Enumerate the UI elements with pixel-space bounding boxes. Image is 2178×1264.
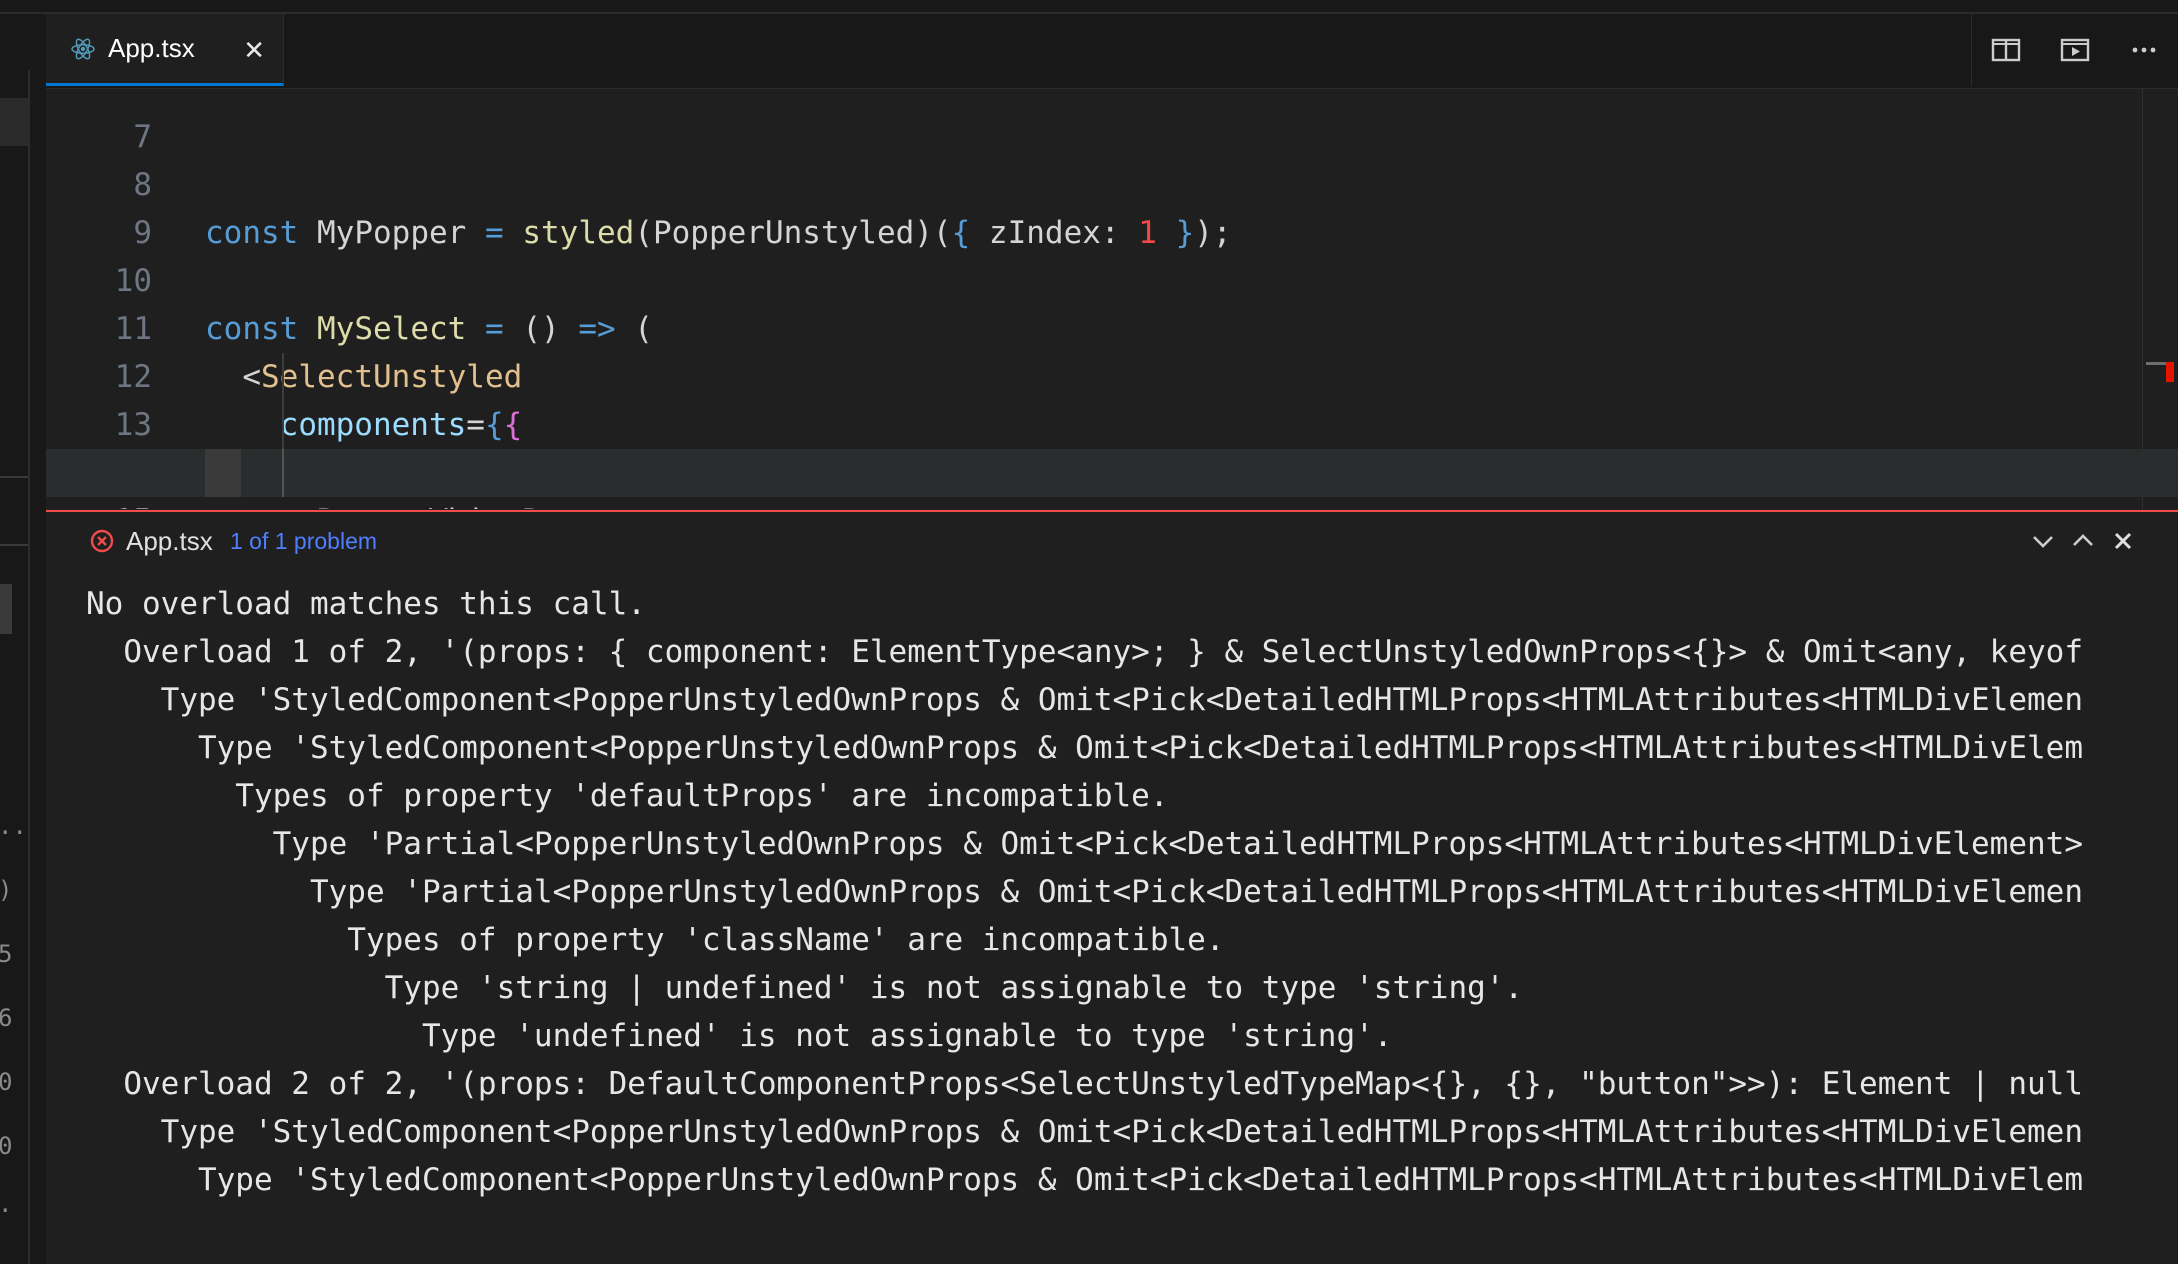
indent-guide	[282, 401, 284, 449]
code-text: Root: WhiteRoot,	[205, 497, 616, 509]
sidebar-text-fragment: )	[0, 876, 12, 904]
problem-message-line: Type 'string | undefined' is not assigna…	[86, 970, 1524, 1006]
tab-label: App.tsx	[108, 33, 195, 63]
error-circle-icon	[90, 529, 114, 553]
editor-window: .. ) 5 6 0 0 . App.tsx ✕	[0, 0, 2178, 1264]
split-editor-icon[interactable]	[1989, 33, 2023, 67]
line-number: 15	[46, 497, 152, 509]
overview-ruler-error-marker	[2166, 362, 2174, 382]
open-preview-icon[interactable]	[2058, 33, 2092, 67]
problem-message-line: Types of property 'defaultProps' are inc…	[86, 778, 1169, 814]
code-line: 13 Root: WhiteRoot,	[46, 353, 2178, 509]
more-actions-icon[interactable]	[2127, 33, 2161, 67]
problem-message-line: Types of property 'className' are incomp…	[86, 922, 1225, 958]
tab-close-icon[interactable]: ✕	[243, 36, 265, 66]
code-line: 8 const MyPopper = styled(PopperUnstyled…	[46, 113, 2178, 251]
problem-message-line: Type 'StyledComponent<PopperUnstyledOwnP…	[86, 1114, 2084, 1150]
indent-guide	[282, 449, 284, 497]
problem-peek-widget: App.tsx 1 of 1 problem No overload match…	[46, 510, 2178, 1264]
previous-problem-icon[interactable]	[2068, 526, 2098, 556]
sidebar-text-fragment: .	[0, 1190, 12, 1218]
sidebar-remnant: .. ) 5 6 0 0 .	[0, 14, 47, 1264]
code-editor[interactable]: 7 8 const MyPopper = styled(PopperUnstyl…	[46, 89, 2178, 509]
problem-message-line: Type 'StyledComponent<PopperUnstyledOwnP…	[86, 1162, 2084, 1198]
sidebar-separator	[0, 544, 28, 546]
problem-message-line: Type 'StyledComponent<PopperUnstyledOwnP…	[86, 730, 2084, 766]
next-problem-icon[interactable]	[2028, 526, 2058, 556]
sidebar-text-fragment: 6	[0, 1004, 12, 1032]
sidebar-text-fragment: 0	[0, 1068, 12, 1096]
sidebar-text-fragment: ..	[0, 812, 27, 840]
sidebar-text-fragment: 0	[0, 1132, 12, 1160]
code-line: 10 const MySelect = () => (	[46, 209, 2178, 347]
code-line: 11 <SelectUnstyled	[46, 257, 2178, 395]
problem-message-line: Type 'Partial<PopperUnstyledOwnProps & O…	[86, 874, 2084, 910]
editor-tab-bar: App.tsx ✕	[46, 14, 2178, 89]
problem-message-line: Type 'Partial<PopperUnstyledOwnProps & O…	[86, 826, 2084, 862]
problem-message-body: No overload matches this call. Overload …	[86, 580, 2178, 1264]
problem-message-line: No overload matches this call.	[86, 586, 646, 622]
sidebar-divider	[28, 70, 30, 1264]
problem-message-line: Overload 1 of 2, '(props: { component: E…	[86, 634, 2084, 670]
current-code-line: 15 Popper: MyPopper	[46, 449, 2178, 509]
code-line: 9	[46, 161, 2178, 251]
indent-highlight	[205, 449, 241, 497]
problem-message-line: Type 'undefined' is not assignable to ty…	[86, 1018, 1393, 1054]
peek-header: App.tsx 1 of 1 problem	[46, 512, 2178, 572]
title-strip	[0, 0, 2178, 14]
problem-message-line: Type 'StyledComponent<PopperUnstyledOwnP…	[86, 682, 2084, 718]
react-icon	[71, 37, 95, 60]
peek-file-name: App.tsx	[126, 526, 213, 556]
problem-message-line: Overload 2 of 2, '(props: DefaultCompone…	[86, 1066, 2084, 1102]
sidebar-scroll-thumb[interactable]	[0, 584, 12, 634]
editor-actions	[1971, 14, 2178, 86]
code-line: 12 components={{	[46, 305, 2178, 443]
close-icon[interactable]	[2108, 526, 2138, 556]
sidebar-separator	[0, 476, 28, 478]
code-line: 14 Listbox: WhiteListbox,	[46, 401, 2178, 491]
problem-count: 1 of 1 problem	[230, 528, 378, 554]
indent-guide	[282, 353, 284, 401]
sidebar-selection-marker	[0, 98, 28, 146]
code-line: 7	[46, 89, 2178, 155]
tab-app-tsx[interactable]: App.tsx ✕	[46, 14, 284, 86]
sidebar-text-fragment: 5	[0, 940, 12, 968]
